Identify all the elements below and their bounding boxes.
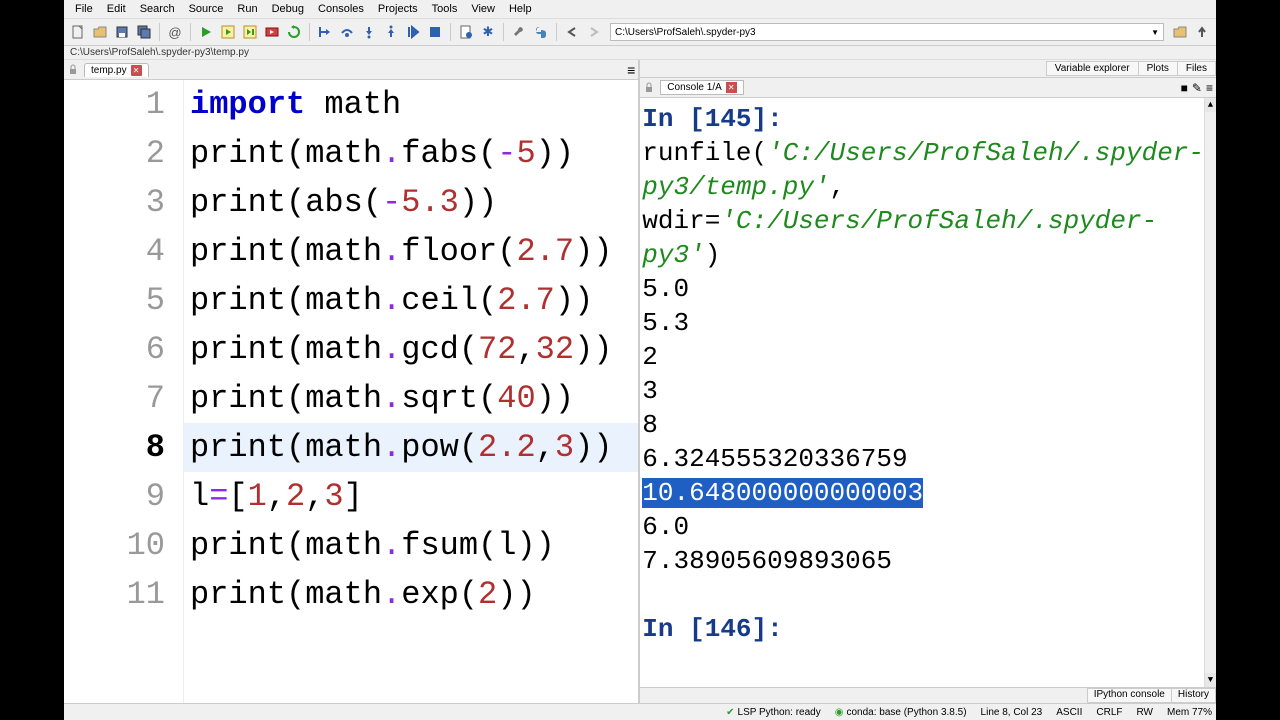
tab-files[interactable]: Files <box>1177 61 1216 76</box>
code-editor[interactable]: 1234567891011 import mathprint(math.fabs… <box>64 80 638 703</box>
wrench-icon[interactable] <box>509 22 529 42</box>
workspace: temp.py ✕ ≡ 1234567891011 import mathpri… <box>64 60 1216 703</box>
right-tabs: Variable explorerPlotsFiles <box>640 60 1216 78</box>
save-all-icon[interactable] <box>134 22 154 42</box>
debug-step-over-icon[interactable] <box>337 22 357 42</box>
menu-bar: FileEditSearchSourceRunDebugConsolesProj… <box>64 0 1216 19</box>
right-pane: Variable explorerPlotsFiles Console 1/A … <box>640 60 1216 703</box>
editor-pane: temp.py ✕ ≡ 1234567891011 import mathpri… <box>64 60 640 703</box>
tab-options-icon[interactable]: ≡ <box>627 62 635 78</box>
status-mem: Mem 77% <box>1167 707 1212 718</box>
tab-variable-explorer[interactable]: Variable explorer <box>1046 61 1139 76</box>
debug-stop-icon[interactable] <box>425 22 445 42</box>
status-encoding: ASCII <box>1056 707 1082 718</box>
run-selection-icon[interactable] <box>262 22 282 42</box>
tab-plots[interactable]: Plots <box>1138 61 1178 76</box>
console-tab[interactable]: Console 1/A ✕ <box>660 80 743 95</box>
menu-search[interactable]: Search <box>133 1 182 17</box>
ipython-console[interactable]: In [145]: runfile('C:/Users/ProfSaleh/.s… <box>640 98 1216 687</box>
status-rw: RW <box>1137 707 1153 718</box>
save-file-icon[interactable] <box>112 22 132 42</box>
debug-continue-icon[interactable] <box>403 22 423 42</box>
new-file-icon[interactable] <box>68 22 88 42</box>
rerun-icon[interactable] <box>284 22 304 42</box>
console-scrollbar[interactable]: ▲ ▼ <box>1204 98 1216 687</box>
console-bottom-tabs: IPython consoleHistory <box>640 687 1216 703</box>
console-tabbar: Console 1/A ✕ ■ ✎ ≡ <box>640 78 1216 98</box>
lock-icon <box>67 63 81 77</box>
scroll-down-icon[interactable]: ▼ <box>1205 673 1216 687</box>
scroll-up-icon[interactable]: ▲ <box>1205 98 1216 112</box>
menu-source[interactable]: Source <box>182 1 231 17</box>
menu-edit[interactable]: Edit <box>100 1 133 17</box>
run-cell-advance-icon[interactable] <box>240 22 260 42</box>
close-console-icon[interactable]: ✕ <box>726 82 737 93</box>
tab-history[interactable]: History <box>1171 688 1216 703</box>
debug-cell-icon[interactable]: ✱ <box>478 22 498 42</box>
status-bar: ✔LSP Python: ready ◉conda: base (Python … <box>64 703 1216 720</box>
status-cursor-pos: Line 8, Col 23 <box>981 707 1043 718</box>
menu-view[interactable]: View <box>464 1 502 17</box>
status-eol: CRLF <box>1096 707 1122 718</box>
run-icon[interactable] <box>196 22 216 42</box>
spyder-app: FileEditSearchSourceRunDebugConsolesProj… <box>64 0 1216 720</box>
console-options-icon[interactable]: ≡ <box>1206 81 1213 95</box>
stop-kernel-icon[interactable]: ■ <box>1181 81 1188 95</box>
menu-tools[interactable]: Tools <box>425 1 465 17</box>
parent-dir-icon[interactable] <box>1192 22 1212 42</box>
run-cell-icon[interactable] <box>218 22 238 42</box>
debug-step-icon[interactable] <box>315 22 335 42</box>
menu-debug[interactable]: Debug <box>265 1 311 17</box>
debug-step-into-icon[interactable] <box>359 22 379 42</box>
debug-file-icon[interactable] <box>456 22 476 42</box>
python-path-icon[interactable] <box>531 22 551 42</box>
at-icon[interactable]: @ <box>165 22 185 42</box>
debug-step-out-icon[interactable] <box>381 22 401 42</box>
editor-tabbar: temp.py ✕ ≡ <box>64 60 638 80</box>
menu-file[interactable]: File <box>68 1 100 17</box>
line-gutter: 1234567891011 <box>64 80 184 703</box>
code-area[interactable]: import mathprint(math.fabs(-5))print(abs… <box>184 80 638 703</box>
menu-consoles[interactable]: Consoles <box>311 1 371 17</box>
menu-help[interactable]: Help <box>502 1 539 17</box>
menu-run[interactable]: Run <box>230 1 264 17</box>
tab-ipython-console[interactable]: IPython console <box>1087 688 1172 703</box>
status-lsp: ✔LSP Python: ready <box>726 707 821 718</box>
lock-icon <box>643 81 657 95</box>
close-tab-icon[interactable]: ✕ <box>131 65 142 76</box>
breadcrumb: C:\Users\ProfSaleh\.spyder-py3\temp.py <box>64 46 1216 60</box>
status-conda[interactable]: ◉conda: base (Python 3.8.5) <box>835 707 967 718</box>
browse-dir-icon[interactable] <box>1170 22 1190 42</box>
clear-console-icon[interactable]: ✎ <box>1192 81 1202 95</box>
main-toolbar: @ ✱ C:\Users\ProfSaleh\.spyder-py3▼ <box>64 19 1216 46</box>
open-file-icon[interactable] <box>90 22 110 42</box>
tab-temp-py[interactable]: temp.py ✕ <box>84 63 149 77</box>
console-content: In [145]: runfile('C:/Users/ProfSaleh/.s… <box>642 102 1214 646</box>
menu-projects[interactable]: Projects <box>371 1 425 17</box>
forward-icon[interactable] <box>584 22 604 42</box>
working-dir-combo[interactable]: C:\Users\ProfSaleh\.spyder-py3▼ <box>610 23 1164 41</box>
back-icon[interactable] <box>562 22 582 42</box>
